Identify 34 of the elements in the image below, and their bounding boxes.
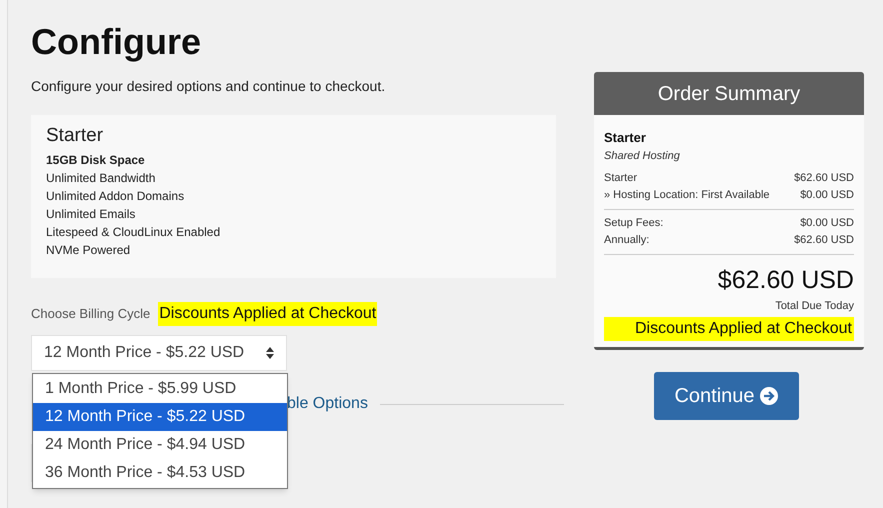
summary-fee-label: Annually: — [604, 233, 650, 248]
billing-select[interactable]: 12 Month Price - $5.22 USD — [31, 335, 287, 371]
page-title: Configure — [31, 22, 202, 62]
feature-text: Unlimited Addon Domains — [46, 188, 184, 205]
summary-product: Starter — [604, 129, 647, 147]
summary-line-amount: $62.60 USD — [794, 171, 854, 186]
summary-group: Shared Hosting — [604, 148, 854, 164]
page-description: Configure your desired options and continue to checkout. — [31, 77, 386, 96]
arrow-circle-icon — [760, 386, 778, 404]
summary-fee-label: Setup Fees: — [604, 216, 664, 231]
summary-line-amount: $0.00 USD — [800, 188, 854, 203]
billing-label: Choose Billing Cycle — [31, 305, 150, 324]
feature-text: NVMe Powered — [46, 242, 130, 259]
feature-text: Unlimited Bandwidth — [46, 170, 156, 187]
order-summary-title: Order Summary — [594, 72, 864, 115]
feature-text: 15GB Disk Space — [46, 152, 145, 169]
options-heading-link[interactable]: ble Options — [287, 392, 368, 416]
feature-text: Unlimited Emails — [46, 206, 136, 223]
summary-fee-amount: $0.00 USD — [800, 216, 854, 231]
continue-button[interactable]: Continue — [654, 372, 798, 420]
sort-caret-icon — [266, 347, 274, 359]
total-amount: $62.60 USD — [718, 265, 854, 295]
total-label: Total Due Today — [775, 299, 854, 314]
summary-fee-amount: $62.60 USD — [794, 233, 854, 248]
billing-option[interactable]: 24 Month Price - $4.94 USD — [33, 431, 287, 459]
summary-line-label: » Hosting Location: First Available — [604, 188, 770, 203]
billing-option[interactable]: 12 Month Price - $5.22 USD — [33, 403, 287, 431]
billing-option[interactable]: 1 Month Price - $5.99 USD — [33, 375, 287, 403]
product-name: Starter — [46, 125, 104, 147]
billing-option[interactable]: 36 Month Price - $4.53 USD — [33, 459, 287, 487]
feature-text: Litespeed & CloudLinux Enabled — [46, 224, 220, 241]
summary-line-label: Starter — [604, 171, 638, 186]
discount-highlight: Discounts Applied at Checkout — [604, 316, 854, 340]
discount-highlight: Discounts Applied at Checkout — [158, 302, 378, 326]
